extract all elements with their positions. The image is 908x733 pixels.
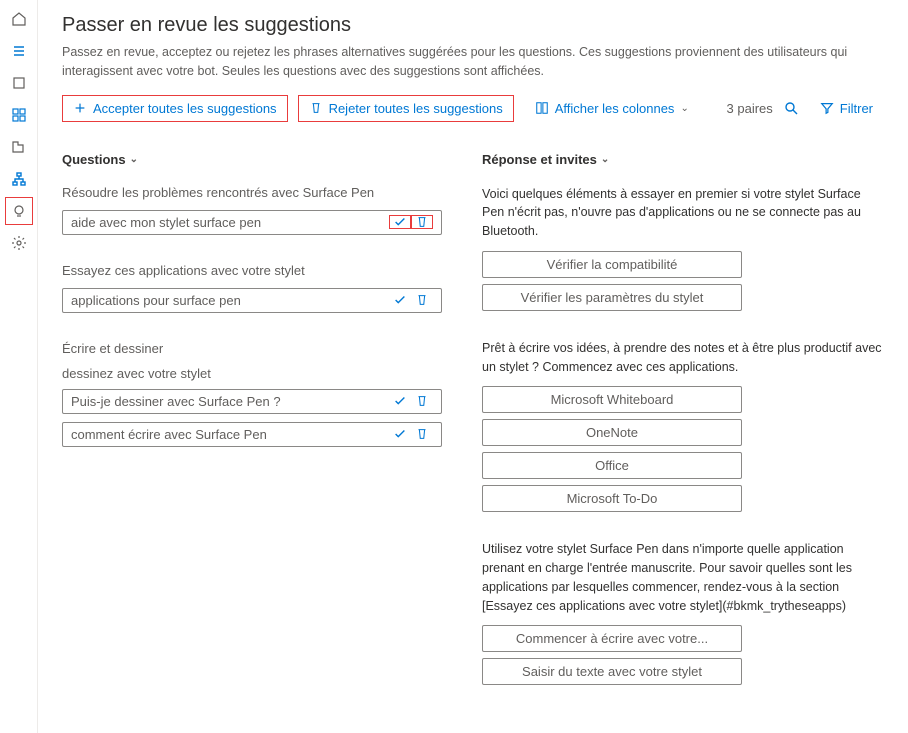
question-group-title: Résoudre les problèmes rencontrés avec S…: [62, 185, 442, 200]
followup-prompt[interactable]: Microsoft Whiteboard: [482, 386, 742, 413]
suggestion-text[interactable]: applications pour surface pen: [71, 293, 389, 308]
followup-prompt[interactable]: Office: [482, 452, 742, 479]
accept-all-button[interactable]: Accepter toutes les suggestions: [62, 95, 288, 122]
chevron-down-icon: ⌄: [601, 154, 609, 165]
response-text: Prêt à écrire vos idées, à prendre des n…: [482, 339, 884, 377]
nav-settings-icon[interactable]: [10, 234, 28, 252]
chevron-down-icon: ⌄: [680, 103, 688, 114]
questions-column: Questions ⌄ Résoudre les problèmes renco…: [62, 152, 442, 714]
chevron-down-icon: ⌄: [130, 154, 138, 165]
page-title: Passer en revue les suggestions: [62, 14, 884, 37]
reject-suggestion-button[interactable]: [411, 427, 433, 441]
responses-column-header[interactable]: Réponse et invites ⌄: [482, 152, 609, 167]
reject-suggestion-button[interactable]: [411, 215, 433, 229]
page-description: Passez en revue, acceptez ou rejetez les…: [62, 43, 882, 81]
nav-home-icon[interactable]: [10, 10, 28, 28]
response-group: Voici quelques éléments à essayer en pre…: [482, 185, 884, 311]
reject-suggestion-button[interactable]: [411, 293, 433, 307]
question-group-title: Écrire et dessiner: [62, 341, 442, 356]
accept-suggestion-button[interactable]: [389, 215, 411, 229]
toolbar: Accepter toutes les suggestions Rejeter …: [62, 95, 884, 122]
followup-prompt[interactable]: Commencer à écrire avec votre...: [482, 625, 742, 652]
nav-list-icon[interactable]: [10, 42, 28, 60]
suggestion-text[interactable]: Puis-je dessiner avec Surface Pen ?: [71, 394, 389, 409]
question-group: Résoudre les problèmes rencontrés avec S…: [62, 185, 442, 235]
followup-prompt[interactable]: Saisir du texte avec votre stylet: [482, 658, 742, 685]
reject-suggestion-button[interactable]: [411, 394, 433, 408]
nav-tree-icon[interactable]: [10, 170, 28, 188]
show-columns-button[interactable]: Afficher les colonnes ⌄: [524, 95, 700, 122]
question-group-title: Essayez ces applications avec votre styl…: [62, 263, 442, 278]
pair-count: 3 paires: [727, 101, 773, 116]
filter-button[interactable]: Filtrer: [809, 95, 884, 122]
responses-column: Réponse et invites ⌄ Voici quelques élém…: [482, 152, 884, 714]
suggestion-row: comment écrire avec Surface Pen: [62, 422, 442, 447]
accept-suggestion-button[interactable]: [389, 293, 411, 307]
questions-column-header[interactable]: Questions ⌄: [62, 152, 138, 167]
question-group-subtitle: dessinez avec votre stylet: [62, 366, 442, 381]
left-sidebar: [0, 0, 38, 733]
show-columns-label: Afficher les colonnes: [555, 101, 675, 116]
question-group: Essayez ces applications avec votre styl…: [62, 263, 442, 313]
response-text: Voici quelques éléments à essayer en pre…: [482, 185, 884, 241]
reject-all-button[interactable]: Rejeter toutes les suggestions: [298, 95, 514, 122]
filter-label: Filtrer: [840, 101, 873, 116]
followup-prompt[interactable]: Vérifier les paramètres du stylet: [482, 284, 742, 311]
search-icon[interactable]: [783, 100, 799, 116]
question-group: Écrire et dessiner dessinez avec votre s…: [62, 341, 442, 447]
followup-prompt[interactable]: Microsoft To-Do: [482, 485, 742, 512]
nav-grid-icon[interactable]: [10, 106, 28, 124]
suggestion-text[interactable]: aide avec mon stylet surface pen: [71, 215, 389, 230]
nav-suggestions-icon[interactable]: [10, 202, 28, 220]
nav-package-icon[interactable]: [10, 74, 28, 92]
followup-prompt[interactable]: OneNote: [482, 419, 742, 446]
reject-all-label: Rejeter toutes les suggestions: [329, 101, 503, 116]
accept-suggestion-button[interactable]: [389, 394, 411, 408]
response-group: Utilisez votre stylet Surface Pen dans n…: [482, 540, 884, 685]
suggestion-row: aide avec mon stylet surface pen: [62, 210, 442, 235]
accept-suggestion-button[interactable]: [389, 427, 411, 441]
suggestion-row: Puis-je dessiner avec Surface Pen ?: [62, 389, 442, 414]
main-content: Passer en revue les suggestions Passez e…: [38, 0, 908, 733]
suggestion-row: applications pour surface pen: [62, 288, 442, 313]
accept-all-label: Accepter toutes les suggestions: [93, 101, 277, 116]
nav-org-icon[interactable]: [10, 138, 28, 156]
followup-prompt[interactable]: Vérifier la compatibilité: [482, 251, 742, 278]
suggestion-text[interactable]: comment écrire avec Surface Pen: [71, 427, 389, 442]
columns-wrap: Questions ⌄ Résoudre les problèmes renco…: [62, 152, 884, 714]
response-group: Prêt à écrire vos idées, à prendre des n…: [482, 339, 884, 513]
